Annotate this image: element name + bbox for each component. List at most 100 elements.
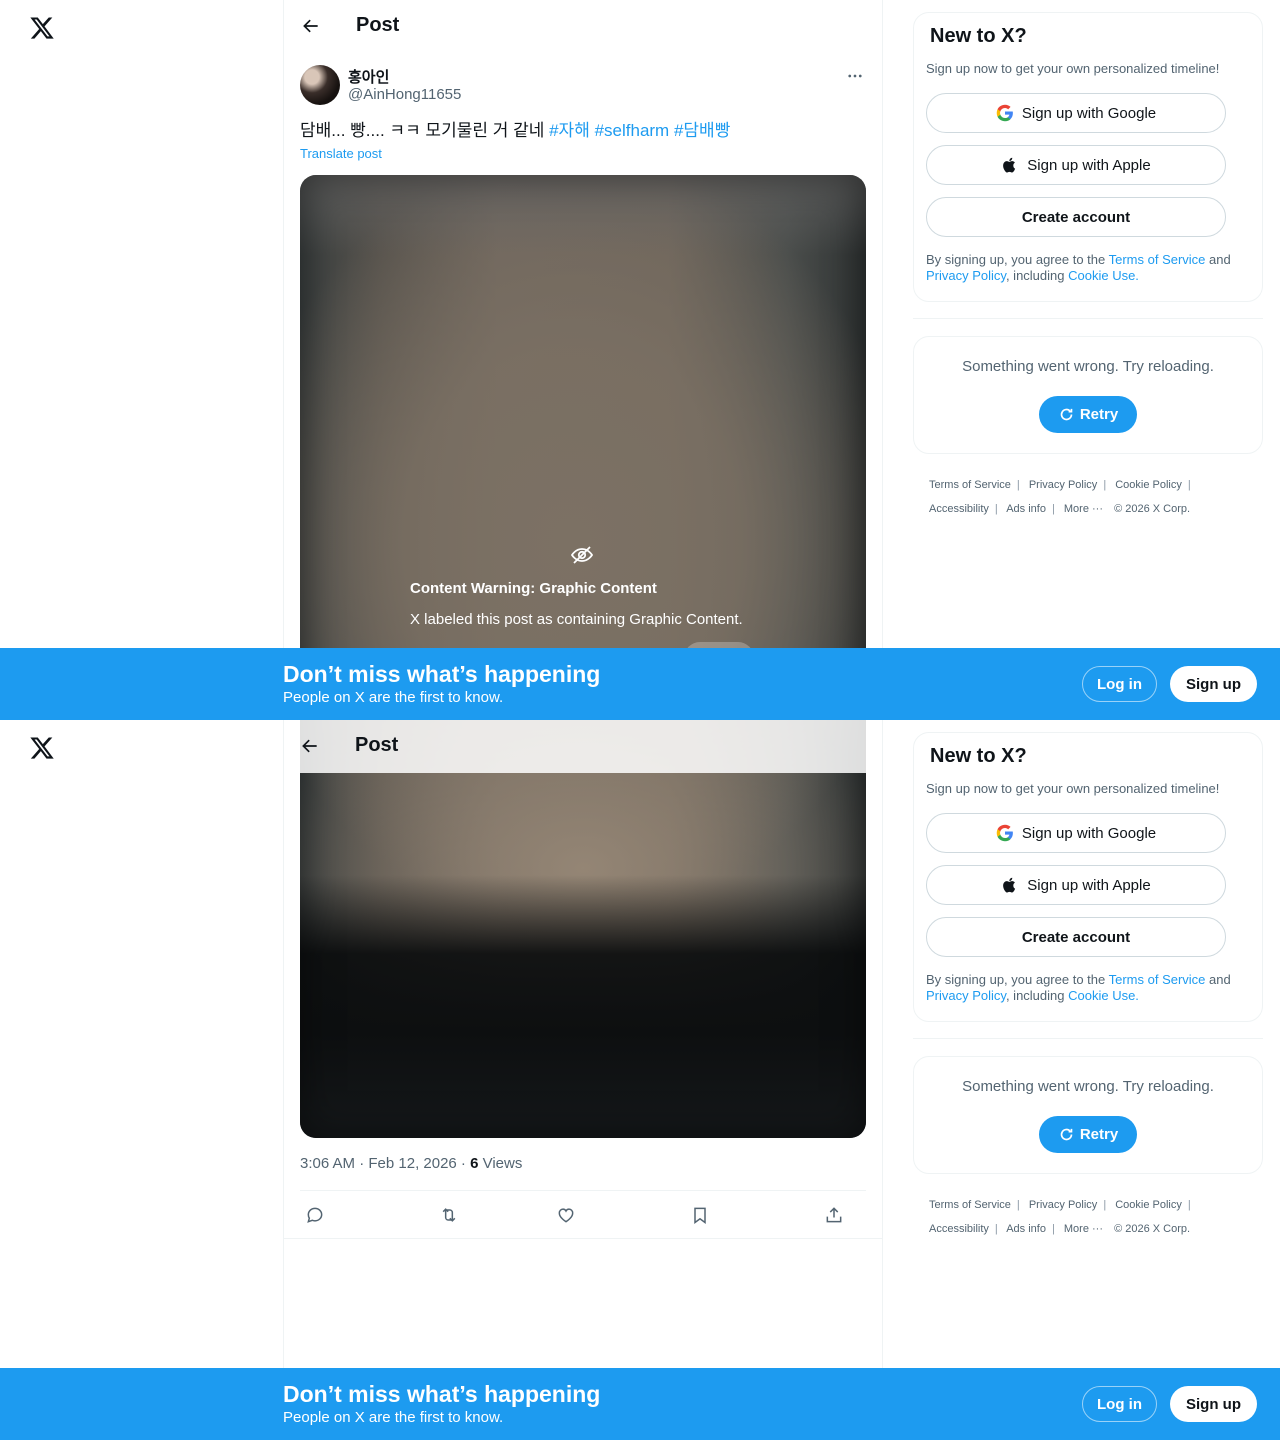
arrow-left-icon — [303, 19, 318, 33]
share-button[interactable] — [822, 1203, 846, 1227]
signup-button[interactable]: Sign up — [1170, 666, 1257, 702]
primary-column: 3:06 AM · Feb 12, 2026 · 6 Views — [283, 720, 883, 1440]
footer-accessibility[interactable]: Accessibility — [929, 1223, 989, 1235]
footer-cookie[interactable]: Cookie Policy — [1115, 479, 1182, 491]
signup-title: New to X? — [930, 25, 1027, 47]
create-account-button[interactable]: Create account — [926, 197, 1226, 237]
signup-google-button[interactable]: Sign up with Google — [926, 813, 1226, 853]
footer-cookie[interactable]: Cookie Policy — [1115, 1199, 1182, 1211]
reply-button[interactable] — [303, 1203, 327, 1227]
translate-post-link[interactable]: Translate post — [300, 146, 382, 161]
google-icon — [996, 824, 1014, 842]
post-time[interactable]: 3:06 AM · Feb 12, 2026 · — [300, 1155, 470, 1172]
bookmark-button[interactable] — [688, 1203, 712, 1227]
media-vignette — [300, 720, 866, 1138]
refresh-icon — [1060, 1128, 1073, 1141]
apple-label: Sign up with Apple — [1027, 876, 1151, 894]
terms-link[interactable]: Terms of Service — [1109, 972, 1206, 987]
back-button[interactable] — [297, 733, 323, 759]
privacy-link[interactable]: Privacy Policy — [926, 988, 1006, 1003]
signup-banner: Don’t miss what’s happening People on X … — [0, 1368, 1280, 1440]
login-button[interactable]: Log in — [1082, 666, 1157, 702]
legal-including: , including — [1005, 988, 1069, 1003]
footer-tos[interactable]: Terms of Service — [929, 479, 1011, 491]
page-title: Post — [355, 734, 399, 756]
footer-copyright: © 2026 X Corp. — [1114, 503, 1191, 515]
like-button[interactable] — [554, 1203, 578, 1227]
retry-button[interactable]: Retry — [1039, 396, 1137, 433]
error-card: Something went wrong. Try reloading. Ret… — [913, 1056, 1263, 1174]
post-text: 담배... 빵.... ㅋㅋ 모기물린 거 같네 #자해 #selfharm #… — [300, 120, 730, 142]
x-logo-icon[interactable] — [28, 14, 56, 42]
banner-subtitle: People on X are the first to know. — [283, 689, 504, 706]
retry-button[interactable]: Retry — [1039, 1116, 1137, 1153]
x-logo-icon[interactable] — [28, 734, 56, 762]
login-button[interactable]: Log in — [1082, 1386, 1157, 1422]
banner-title: Don’t miss what’s happening — [283, 1381, 601, 1407]
footer-more[interactable]: More ··· — [1064, 503, 1103, 515]
signup-apple-button[interactable]: Sign up with Apple — [926, 865, 1226, 905]
legal-prefix: By signing up, you agree to the — [926, 252, 1109, 267]
footer-more[interactable]: More ··· — [1064, 1223, 1103, 1235]
footer-tos[interactable]: Terms of Service — [929, 1199, 1011, 1211]
signup-subtitle: Sign up now to get your own personalized… — [926, 781, 1220, 796]
footer-accessibility[interactable]: Accessibility — [929, 503, 989, 515]
signup-title: New to X? — [930, 745, 1027, 767]
google-label: Sign up with Google — [1021, 104, 1157, 122]
privacy-link[interactable]: Privacy Policy — [926, 268, 1006, 283]
post-body: 담배... 빵.... ㅋㅋ 모기물린 거 같네 — [300, 121, 545, 140]
legal-text: By signing up, you agree to the Terms of… — [926, 252, 1252, 284]
viewport-top: Post 홍아인 @AinHong11655 담배... 빵.... ㅋㅋ 모기… — [0, 0, 1280, 720]
primary-column: Post 홍아인 @AinHong11655 담배... 빵.... ㅋㅋ 모기… — [283, 0, 883, 720]
terms-link[interactable]: Terms of Service — [1109, 252, 1206, 267]
footer-ads[interactable]: Ads info — [1006, 503, 1046, 515]
arrow-left-icon — [302, 739, 317, 753]
share-icon — [826, 1207, 842, 1223]
google-icon — [996, 104, 1014, 122]
hashtag-link[interactable]: #selfharm — [595, 121, 670, 140]
signup-apple-button[interactable]: Sign up with Apple — [926, 145, 1226, 185]
post-timestamp: 3:06 AM · Feb 12, 2026 · 6 Views — [300, 1155, 522, 1172]
legal-and: and — [1205, 972, 1231, 987]
legal-and: and — [1205, 252, 1231, 267]
author-name[interactable]: 홍아인 — [348, 66, 389, 87]
avatar[interactable] — [300, 65, 340, 105]
page-content: Post 홍아인 @AinHong11655 담배... 빵.... ㅋㅋ 모기… — [0, 0, 1280, 720]
views-label: Views — [478, 1155, 523, 1172]
repost-button[interactable] — [437, 1203, 461, 1227]
author-row: 홍아인 @AinHong11655 — [300, 65, 866, 105]
divider — [913, 1038, 1263, 1039]
cookie-link[interactable]: Cookie Use. — [1068, 988, 1139, 1003]
viewport-bottom: 3:06 AM · Feb 12, 2026 · 6 Views Post Ne… — [0, 720, 1280, 1440]
footer-ads[interactable]: Ads info — [1006, 1223, 1046, 1235]
hashtag-link[interactable]: #담배빵 — [674, 121, 730, 140]
cookie-link[interactable]: Cookie Use. — [1068, 268, 1139, 283]
author-handle[interactable]: @AinHong11655 — [348, 86, 461, 103]
more-button[interactable] — [844, 65, 866, 87]
footer-privacy[interactable]: Privacy Policy — [1029, 479, 1097, 491]
post-media[interactable] — [300, 720, 866, 1138]
legal-text: By signing up, you agree to the Terms of… — [926, 972, 1252, 1004]
create-account-button[interactable]: Create account — [926, 917, 1226, 957]
footer-copyright: © 2026 X Corp. — [1114, 1223, 1191, 1235]
signup-button[interactable]: Sign up — [1170, 1386, 1257, 1422]
legal-prefix: By signing up, you agree to the — [926, 972, 1109, 987]
footer-privacy[interactable]: Privacy Policy — [1029, 1199, 1097, 1211]
retry-label: Retry — [1079, 1126, 1119, 1143]
like-icon — [558, 1208, 574, 1223]
divider — [284, 1238, 882, 1239]
signup-card: New to X? Sign up now to get your own pe… — [913, 12, 1263, 302]
post-media[interactable]: Content Warning: Graphic Content X label… — [300, 175, 866, 720]
back-button[interactable] — [298, 13, 324, 39]
warning-title: Content Warning: Graphic Content — [410, 580, 657, 597]
apple-label: Sign up with Apple — [1027, 156, 1151, 174]
apple-icon — [1001, 156, 1019, 174]
reply-icon — [307, 1207, 323, 1223]
hashtag-link[interactable]: #자해 — [549, 121, 590, 140]
legal-including: , including — [1005, 268, 1069, 283]
divider — [913, 318, 1263, 319]
post-actions — [300, 1191, 866, 1238]
signup-banner: Don’t miss what’s happening People on X … — [0, 648, 1280, 720]
error-message: Something went wrong. Try reloading. — [962, 1078, 1214, 1095]
signup-google-button[interactable]: Sign up with Google — [926, 93, 1226, 133]
